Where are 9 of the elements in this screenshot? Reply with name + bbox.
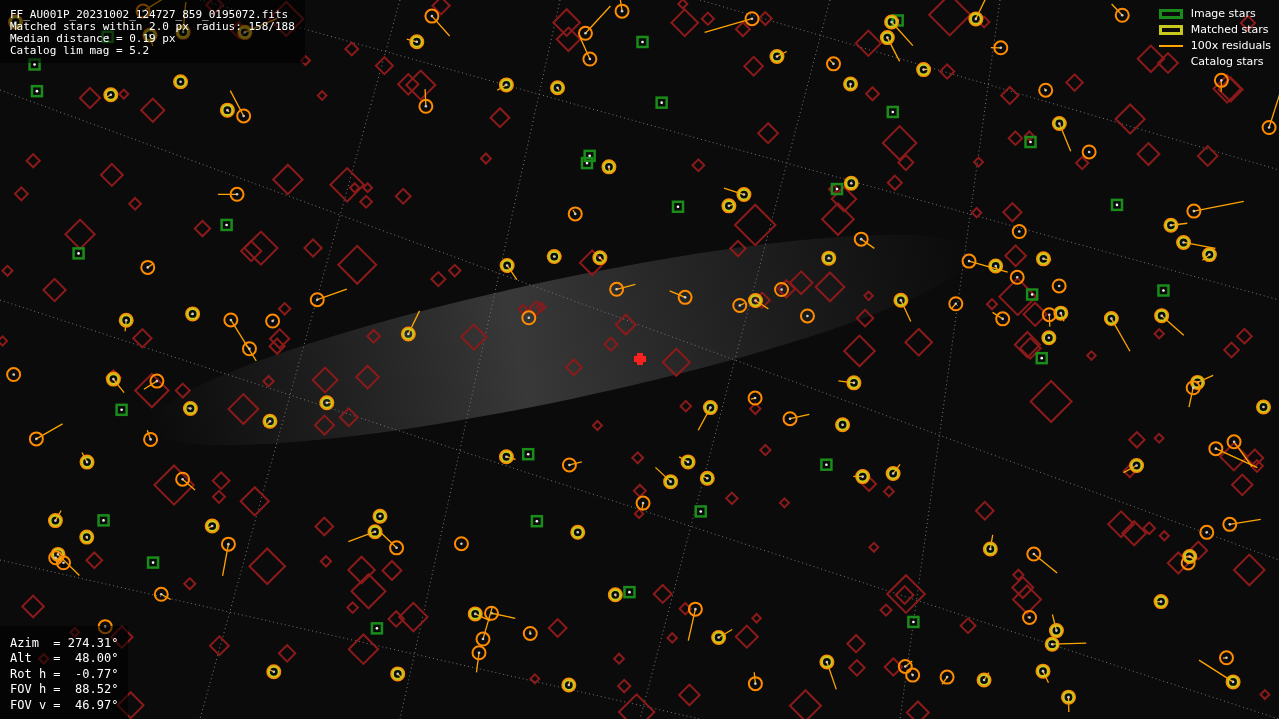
image-info-text: FF_AU001P_20231002_124727_859_0195072.fits Matched stars within 2.0 px radius: 158/188 Median distance = 0.19 px Catalog lim mag = 5.2 [0,0,305,63]
legend-label: 100x residuals [1190,37,1271,54]
pointing-info-text: Azim = 274.31° Alt = 48.00° Rot h = -0.77° FOV h = 88.52° FOV v = 46.97° [0,625,129,719]
legend-label: Matched stars [1190,21,1269,38]
square-marker-icon [1158,25,1183,35]
legend-label: Image stars [1190,5,1256,22]
legend-label: Catalog stars [1190,53,1264,70]
cross-marker-icon [634,353,646,365]
square-marker-icon [1158,9,1183,19]
